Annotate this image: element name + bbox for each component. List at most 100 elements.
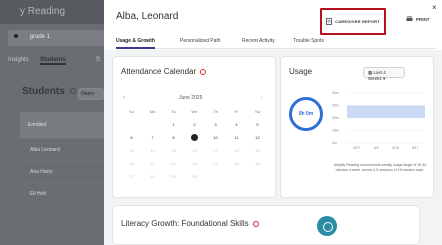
calendar-day[interactable]: 16 (184, 144, 205, 157)
attendance-title: Attendance Calendar (121, 67, 207, 76)
app-title: y Reading (20, 6, 66, 17)
tab-students[interactable]: Students (40, 57, 66, 65)
calendar-day[interactable]: 3 (205, 118, 226, 131)
x-tick-label: 6/3 (374, 146, 379, 150)
tab-usage-growth[interactable]: Usage & Growth (116, 38, 155, 49)
background-tabs: Insights Students S (0, 54, 112, 68)
next-month-icon[interactable]: › (261, 95, 263, 101)
calendar-day[interactable]: 27 (121, 170, 142, 183)
grade-dot-icon (14, 34, 18, 38)
weekday-label: Tu (171, 109, 176, 114)
calendar-day[interactable]: 30 (184, 170, 205, 183)
calendar-day[interactable]: 26 (247, 157, 268, 170)
tab-recent-activity[interactable]: Recent Activity (242, 38, 275, 44)
overview-button[interactable]: Overv (78, 88, 104, 100)
calendar-day[interactable]: 18 (226, 144, 247, 157)
calendar-day[interactable]: 23 (184, 157, 205, 170)
grade-label: grade 1 (29, 34, 51, 40)
date-range-dropdown[interactable]: ▦ Last 4 Weeks ▾ (363, 67, 405, 81)
y-tick-label: 60m (332, 91, 339, 95)
calendar-day (226, 170, 247, 183)
literacy-title: Literacy Growth: Foundational Skills (121, 219, 259, 228)
info-icon[interactable] (200, 68, 207, 75)
usage-total-donut: 0h 0m (289, 97, 323, 131)
x-tick-label: 6/17 (412, 146, 419, 150)
document-icon (326, 18, 333, 25)
tab-other[interactable]: S (96, 57, 100, 63)
calendar-day[interactable]: 19 (247, 144, 268, 157)
literacy-card: Literacy Growth: Foundational Skills (112, 205, 420, 245)
table-row[interactable]: Aria Harry (20, 160, 104, 182)
usage-total: 0h 0m (298, 111, 314, 117)
calendar-day[interactable]: 28 (142, 170, 163, 183)
calendar-day[interactable]: 17 (205, 144, 226, 157)
x-tick-label: 5/27 (353, 146, 360, 150)
tab-personalized-path[interactable]: Personalized Path (180, 38, 221, 44)
close-icon[interactable]: × (432, 3, 437, 12)
calendar-day[interactable]: 8 (163, 131, 184, 144)
table-header: Enrolled (20, 112, 104, 138)
calendar-day (121, 118, 142, 131)
weekday-label: Mo (149, 109, 156, 114)
calendar-day[interactable]: 25 (226, 157, 247, 170)
calendar-day[interactable]: 13 (121, 144, 142, 157)
caregiver-report-button[interactable]: CAREGIVER REPORT (320, 8, 386, 35)
calendar-day[interactable]: 10 (205, 131, 226, 144)
calendar-day[interactable]: 1 (163, 118, 184, 131)
calendar-icon: ▦ (368, 70, 373, 75)
usage-bar-chart: 60m 45m 30m 15m 0m 5/27 6/3 6/10 6/17 (332, 91, 425, 150)
calendar-day[interactable]: 29 (163, 170, 184, 183)
calendar-day[interactable] (184, 131, 205, 144)
weekday-label: Su (129, 109, 134, 114)
weekday-label: Th (213, 109, 218, 114)
students-heading: Students (22, 86, 76, 97)
info-icon (69, 88, 76, 95)
calendar-day[interactable]: 24 (205, 157, 226, 170)
tab-insights[interactable]: Insights (8, 57, 29, 63)
calendar-day[interactable]: 6 (121, 131, 142, 144)
calendar-day[interactable]: 4 (226, 118, 247, 131)
calendar-day[interactable]: 7 (142, 131, 163, 144)
y-tick-label: 45m (332, 104, 339, 108)
calendar-day[interactable]: 12 (247, 131, 268, 144)
printer-icon (406, 16, 413, 21)
chat-help-button[interactable] (317, 216, 337, 236)
table-row[interactable]: Eli Holt (20, 182, 104, 242)
calendar-day[interactable]: 5 (247, 118, 268, 131)
grade-selector[interactable]: grade 1 (8, 30, 104, 46)
modal-content: Attendance Calendar ‹ June 2025 › Su Mo Tu… (104, 50, 442, 245)
calendar-day (142, 118, 163, 131)
calendar-month: June 2025 (179, 95, 203, 101)
usage-title: Usage (289, 67, 313, 76)
caregiver-report-label: CAREGIVER REPORT (335, 19, 380, 24)
weekday-label: Fr (234, 109, 239, 114)
y-tick-label: 30m (332, 116, 339, 120)
chevron-down-icon: ▾ (382, 76, 386, 81)
calendar-week-row: 27 28 29 30 (121, 170, 269, 183)
table-row[interactable]: Alba Leonard (20, 138, 104, 160)
attendance-card: Attendance Calendar ‹ June 2025 › Su Mo Tu… (112, 56, 276, 198)
tab-trouble-spots[interactable]: Trouble Spots (293, 38, 324, 44)
calendar-day[interactable]: 22 (163, 157, 184, 170)
prev-month-icon[interactable]: ‹ (123, 95, 125, 101)
usage-note: Amplify Reading recommends weekly usage … (333, 163, 427, 172)
print-button[interactable]: PRINT (406, 16, 430, 22)
calendar-week-row: 12345 (121, 118, 269, 131)
calendar-day (247, 170, 268, 183)
modal-tabs: Usage & Growth Personalized Path Recent … (116, 35, 436, 49)
y-tick-label: 0m (332, 141, 337, 145)
calendar-day[interactable]: 21 (142, 157, 163, 170)
today-marker (191, 134, 198, 142)
info-icon[interactable] (252, 220, 259, 227)
x-tick-label: 6/10 (392, 146, 399, 150)
calendar-day (205, 170, 226, 183)
weekday-label: We (191, 109, 198, 114)
weekday-label: Sa (255, 109, 260, 114)
calendar-day[interactable]: 2 (184, 118, 205, 131)
calendar-day[interactable]: 20 (121, 157, 142, 170)
calendar-day[interactable]: 14 (142, 144, 163, 157)
calendar-weekday-row: Su Mo Tu We Th Fr Sa (121, 105, 269, 118)
calendar-day[interactable]: 15 (163, 144, 184, 157)
calendar-grid: Su Mo Tu We Th Fr Sa 1 2 3 4 5 6 7 8 10 11 12 13 14 15 16 17 18… (121, 105, 269, 183)
calendar-day[interactable]: 11 (226, 131, 247, 144)
